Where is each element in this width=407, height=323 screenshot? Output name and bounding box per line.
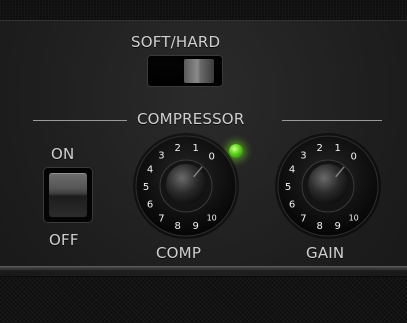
- gain-knob-scale-number: 9: [335, 221, 341, 232]
- gain-knob-scale-number: 7: [300, 214, 306, 225]
- top-texture: [0, 0, 407, 21]
- panel-rail: [0, 266, 407, 271]
- comp-knob-label: COMP: [156, 244, 202, 262]
- power-rocker-switch[interactable]: [44, 168, 92, 222]
- gain-knob-scale-number: 4: [289, 165, 295, 176]
- gain-knob-scale-number: 8: [317, 221, 323, 232]
- section-divider-right: [282, 120, 382, 121]
- comp-knob-scale-number: 9: [193, 221, 199, 232]
- power-on-label: ON: [51, 145, 75, 163]
- comp-knob-scale-number: 4: [147, 165, 153, 176]
- comp-knob-scale-number: 5: [143, 182, 149, 193]
- gain-knob[interactable]: 01 234 5 678 9 10: [273, 131, 383, 241]
- comp-knob-scale-number: 10: [207, 214, 217, 223]
- gain-knob-scale-number: 3: [300, 151, 306, 162]
- gain-knob-label: GAIN: [306, 244, 345, 262]
- power-off-label: OFF: [49, 231, 79, 249]
- gain-knob-scale-number: 0: [351, 151, 357, 162]
- comp-knob-scale-number: 8: [175, 221, 181, 232]
- comp-knob-scale-number: 2: [175, 143, 181, 154]
- comp-knob-scale-number: 3: [158, 151, 164, 162]
- power-rocker-paddle[interactable]: [49, 173, 87, 217]
- comp-knob-scale-number: 6: [147, 200, 153, 211]
- speaker-grille: [0, 276, 407, 323]
- compressor-panel: SOFT/HARD COMPRESSOR ON OFF 0 1 2 3 4 5 6 7 8 9 10…: [0, 0, 407, 323]
- gain-knob-scale-number: 6: [289, 200, 295, 211]
- soft-hard-switch-knob[interactable]: [184, 59, 214, 83]
- section-divider-left: [33, 120, 127, 121]
- section-title: COMPRESSOR: [137, 110, 245, 128]
- soft-hard-switch[interactable]: [148, 56, 222, 86]
- gain-knob-scale-number: 2: [317, 143, 323, 154]
- gain-knob-scale-number: 5: [285, 182, 291, 193]
- soft-hard-label: SOFT/HARD: [131, 33, 221, 51]
- comp-knob[interactable]: 01 234 5 678 9 10: [131, 131, 241, 241]
- comp-knob-scale-number: 1: [193, 143, 199, 154]
- comp-knob-scale-number: 0: [209, 151, 215, 162]
- comp-knob-scale-number: 7: [158, 214, 164, 225]
- gain-knob-scale-number: 1: [335, 143, 341, 154]
- gain-knob-scale-number: 10: [349, 214, 359, 223]
